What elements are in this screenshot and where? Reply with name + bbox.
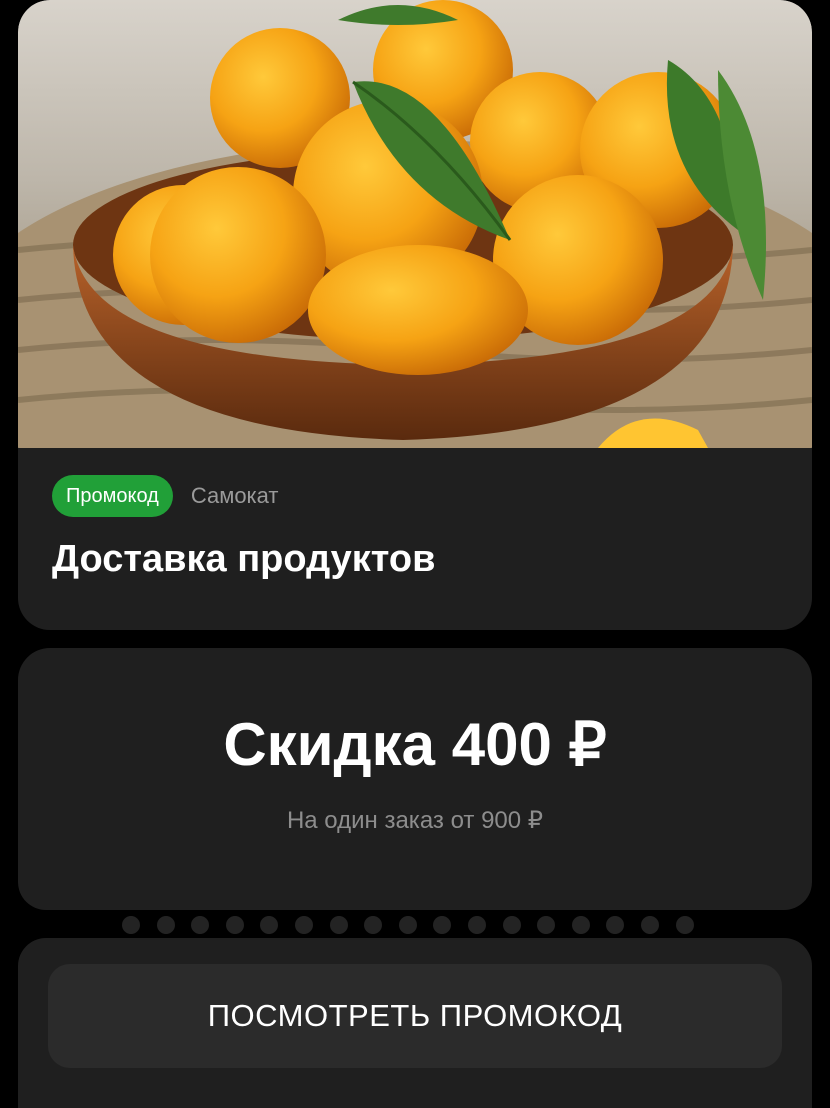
- partner-name: Самокат: [190, 483, 279, 508]
- discount-amount: Скидка 400 ₽: [223, 711, 607, 778]
- offer-image: [18, 0, 812, 448]
- offer-title: Доставка продуктов: [52, 538, 436, 580]
- offer-card[interactable]: Промокод Самокат Доставка продуктов: [18, 0, 812, 630]
- offer-meta: Промокод Самокат: [52, 475, 279, 517]
- discount-condition: На один заказ от 900 ₽: [286, 807, 544, 834]
- ticket-perforation: [122, 916, 694, 934]
- promo-badge: Промокод: [52, 475, 173, 517]
- show-promocode-button[interactable]: ПОСМОТРЕТЬ ПРОМОКОД: [48, 964, 782, 1068]
